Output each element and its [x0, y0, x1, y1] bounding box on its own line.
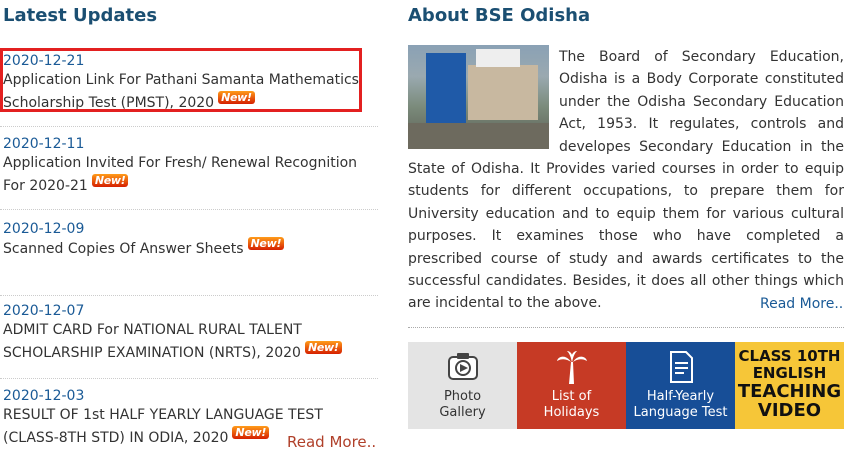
- photo-gallery-tile[interactable]: Photo Gallery: [408, 342, 517, 429]
- holidays-tile[interactable]: List of Holidays: [517, 342, 626, 429]
- news-title[interactable]: RESULT OF 1st HALF YEARLY LANGUAGE TEST …: [3, 407, 323, 446]
- divider: [0, 295, 378, 296]
- latest-updates-heading: Latest Updates: [3, 5, 158, 26]
- tile-label: Holidays: [543, 405, 600, 420]
- new-badge: New!: [232, 426, 270, 439]
- new-badge: New!: [247, 237, 285, 250]
- about-panel: About BSE Odisha The Board of Secondary …: [408, 0, 849, 454]
- half-yearly-test-tile[interactable]: Half-Yearly Language Test: [626, 342, 735, 429]
- news-title[interactable]: Scanned Copies Of Answer Sheets: [3, 241, 244, 257]
- divider: [0, 209, 378, 210]
- about-text: The Board of Secondary Education, Odisha…: [408, 49, 844, 312]
- tile-label: ENGLISH: [752, 364, 827, 382]
- latest-read-more-link[interactable]: Read More..: [287, 433, 376, 451]
- list-item[interactable]: 2020-12-09 Scanned Copies Of Answer Shee…: [3, 221, 363, 260]
- palm-tree-icon: [556, 350, 588, 391]
- about-read-more-link[interactable]: Read More..: [760, 296, 843, 312]
- tile-label: Language Test: [633, 405, 728, 420]
- about-heading: About BSE Odisha: [408, 5, 591, 26]
- divider: [0, 378, 378, 379]
- news-title[interactable]: ADMIT CARD For NATIONAL RURAL TALENT SCH…: [3, 322, 302, 361]
- list-item[interactable]: 2020-12-11 Application Invited For Fresh…: [3, 136, 363, 197]
- new-badge: New!: [91, 174, 129, 187]
- news-date: 2020-12-07: [3, 303, 85, 319]
- divider: [408, 327, 844, 328]
- news-date: 2020-12-09: [3, 221, 85, 237]
- tile-label: Gallery: [439, 405, 486, 420]
- highlight-box: [0, 48, 362, 112]
- tile-label: List of: [551, 389, 592, 404]
- list-item[interactable]: 2020-12-07 ADMIT CARD For NATIONAL RURAL…: [3, 303, 363, 364]
- divider: [0, 126, 378, 127]
- teaching-video-tile[interactable]: CLASS 10TH ENGLISH TEACHING VIDEO: [735, 342, 844, 429]
- document-icon: [666, 350, 696, 389]
- latest-updates-panel: Latest Updates 2020-12-21 Application Li…: [0, 0, 385, 454]
- tile-label: TEACHING: [737, 381, 842, 402]
- news-title[interactable]: Application Invited For Fresh/ Renewal R…: [3, 155, 357, 194]
- tile-label: VIDEO: [757, 400, 822, 421]
- new-badge: New!: [304, 341, 342, 354]
- news-date: 2020-12-11: [3, 136, 85, 152]
- tile-label: Half-Yearly: [646, 389, 715, 404]
- camera-icon: [447, 350, 479, 387]
- tile-label: CLASS 10TH: [738, 347, 841, 365]
- quick-links: Photo Gallery List of Holidays Half-Year…: [408, 342, 844, 429]
- news-date: 2020-12-03: [3, 388, 85, 404]
- tile-label: Photo: [443, 389, 482, 404]
